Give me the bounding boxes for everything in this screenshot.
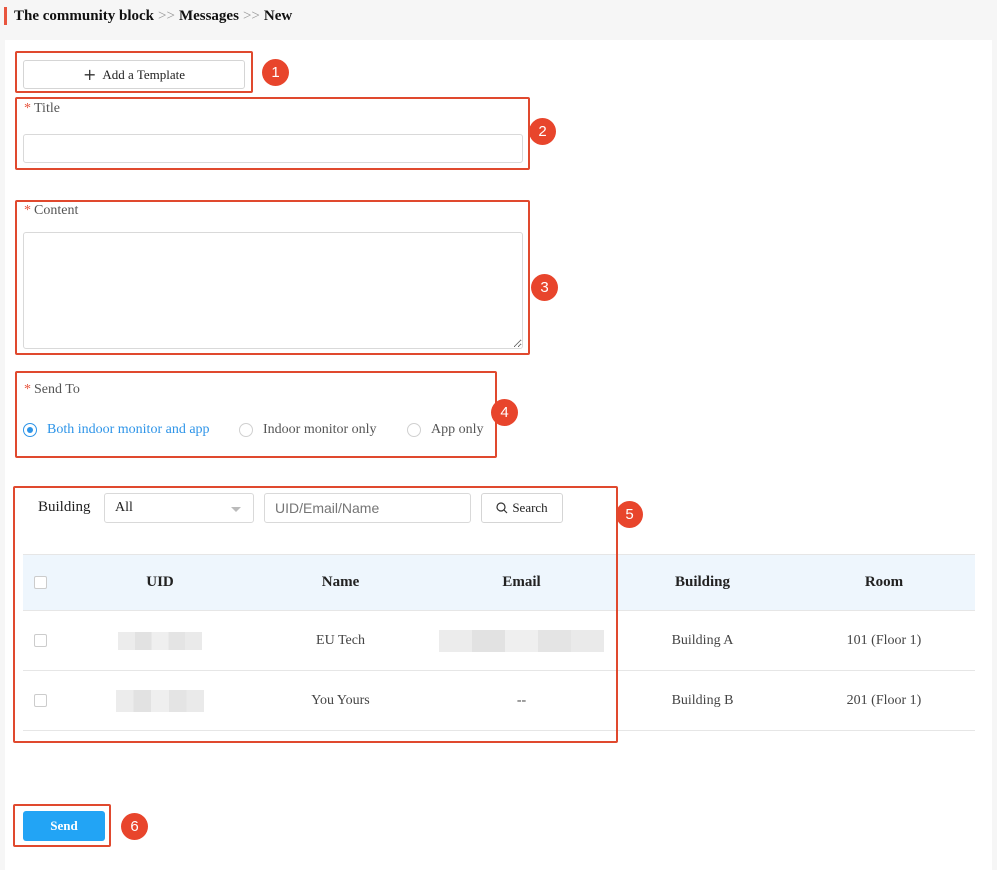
radio-dot-icon [239,423,253,437]
breadcrumb-accent-bar [4,7,7,25]
plus-icon: + [82,64,97,84]
radio-app-only[interactable]: App only [407,422,484,438]
content-label: * Content [24,203,78,219]
breadcrumb: The community block >> Messages >> New [4,6,292,26]
add-template-button[interactable]: + Add a Template [23,60,245,89]
building-cell: Building A [671,632,734,648]
add-template-label: Add a Template [102,66,185,82]
required-mark: * [24,382,31,397]
radio-dot-icon [23,423,37,437]
annotation-badge-3: 3 [531,274,558,301]
room-cell: 101 (Floor 1) [846,632,922,648]
breadcrumb-separator: >> [242,7,260,24]
building-cell: Building B [671,692,734,708]
radio-label: Indoor monitor only [263,422,377,437]
annotation-badge-5: 5 [616,501,643,528]
content-label-text: Content [34,203,79,218]
room-cell: 201 (Floor 1) [846,692,922,708]
column-building: Building [674,574,731,590]
annotation-badge-2: 2 [529,118,556,145]
required-mark: * [24,101,31,116]
breadcrumb-separator: >> [158,7,175,24]
breadcrumb-new: New [263,7,293,24]
column-room: Room [864,574,904,590]
send-to-label-text: Send To [34,382,80,397]
annotation-badge-4: 4 [491,399,518,426]
required-mark: * [24,203,31,218]
content-textarea[interactable] [23,232,523,349]
send-button[interactable]: Send [23,811,105,841]
radio-label: App only [431,422,484,437]
annotation-badge-6: 6 [121,813,148,840]
title-input[interactable] [23,134,523,163]
radio-indoor-monitor-only[interactable]: Indoor monitor only [239,422,377,438]
radio-dot-icon [407,423,421,437]
send-to-label: * Send To [24,382,80,398]
breadcrumb-messages[interactable]: Messages [179,8,239,25]
radio-label: Both indoor monitor and app [47,422,210,437]
title-label-text: Title [34,101,60,116]
title-label: * Title [24,101,60,117]
breadcrumb-community[interactable]: The community block [14,8,154,25]
annotation-badge-1: 1 [262,59,289,86]
annotation-box-5 [13,486,618,743]
radio-both-indoor-and-app[interactable]: Both indoor monitor and app [23,422,210,438]
annotation-box-4 [15,371,497,458]
